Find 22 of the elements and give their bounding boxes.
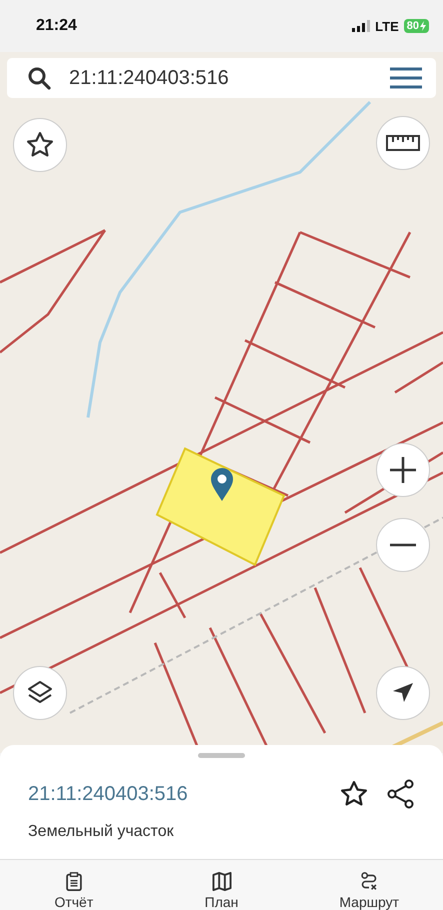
share-icon — [387, 779, 415, 809]
location-pin-icon — [210, 468, 234, 502]
map-icon — [210, 872, 232, 891]
parcel-type: Земельный участок — [28, 823, 175, 841]
search-bar[interactable]: 21:11:240403:516 — [7, 58, 436, 98]
network-label: LTE — [375, 18, 399, 34]
search-icon — [27, 66, 51, 90]
menu-icon[interactable] — [390, 67, 422, 89]
nav-tab[interactable]: Маршрут — [295, 860, 443, 910]
clock-time: 21:24 — [36, 17, 77, 35]
signal-icon — [352, 20, 370, 32]
clipboard-icon — [64, 872, 84, 891]
share-button[interactable] — [387, 779, 415, 809]
plus-icon — [388, 455, 418, 485]
nav-tab[interactable]: План — [148, 860, 296, 910]
ruler-icon — [386, 135, 420, 151]
drag-handle[interactable] — [198, 753, 245, 758]
minus-icon — [388, 543, 418, 547]
nav-tab[interactable]: Отчёт — [0, 860, 148, 910]
parcel-number: 21:11:240403:516 — [28, 782, 188, 806]
search-field[interactable]: 21:11:240403:516 — [67, 66, 374, 90]
battery-indicator: 80 — [404, 19, 429, 33]
